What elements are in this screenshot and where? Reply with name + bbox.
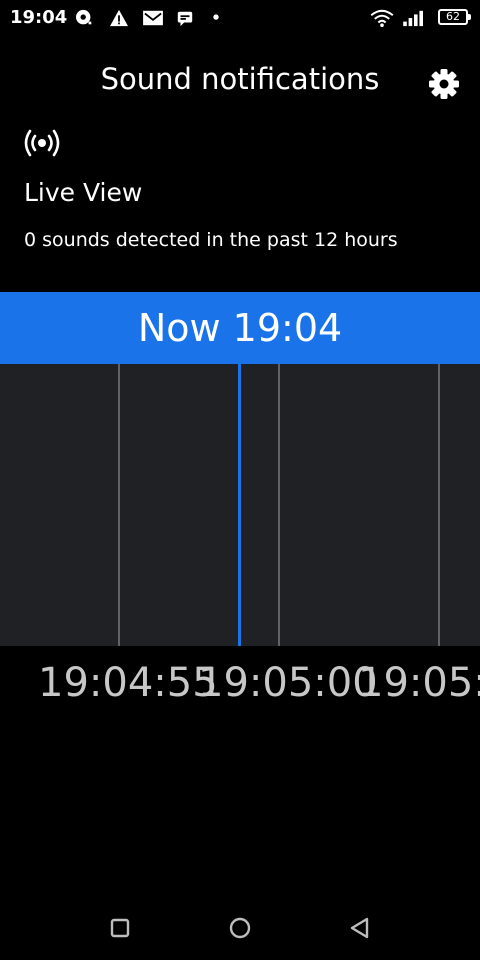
battery-icon: 62 [438,9,471,25]
timeline-tick [438,364,440,646]
page-title: Sound notifications [100,62,380,96]
broadcast-icon [24,129,60,157]
settings-button[interactable] [424,64,464,104]
now-banner: Now 19:04 [0,292,480,364]
dot-icon [213,14,219,20]
alert-icon [110,9,128,27]
signal-icon [403,10,423,27]
timeline-labels: 19:04:55 19:05:00 19:05:05 [0,660,480,720]
battery-level: 62 [446,10,460,23]
sound-timeline[interactable] [0,364,480,646]
gear-icon [429,69,459,99]
gmail-icon [143,10,163,26]
timeline-tick [278,364,280,646]
timeline-label: 19:04:55 [38,660,218,706]
status-time: 19:04 [10,7,68,28]
sounds-detected-summary: 0 sounds detected in the past 12 hours [24,229,398,251]
location-icon [76,9,92,25]
back-triangle-icon[interactable] [342,910,378,946]
wifi-icon [370,9,394,27]
message-icon [177,11,193,27]
status-bar: 19:04 62 [0,0,480,36]
system-nav-bar [0,890,480,960]
timeline-label: 19:05:00 [198,660,378,706]
live-view-title: Live View [24,178,143,207]
timeline-tick [118,364,120,646]
timeline-label: 19:05:05 [358,660,480,706]
now-indicator-line [238,364,241,646]
home-circle-icon[interactable] [222,910,258,946]
recents-square-icon[interactable] [102,910,138,946]
